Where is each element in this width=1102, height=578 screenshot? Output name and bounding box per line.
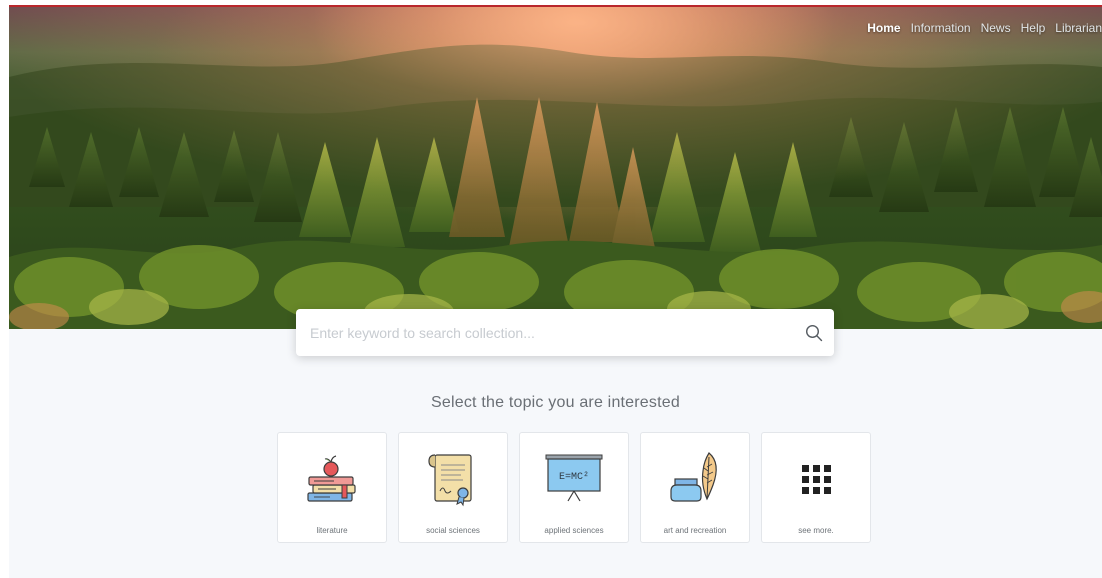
search-icon (805, 324, 823, 341)
whiteboard-formula-icon: E=MC² (545, 454, 603, 502)
search-button[interactable] (794, 309, 834, 356)
nav-information-link[interactable]: Information (911, 21, 971, 35)
page: Home Information News Help Librarian Sel… (9, 7, 1102, 578)
nav-news-link[interactable]: News (981, 21, 1011, 35)
topic-list: literature social sciences E=MC² applied… (277, 432, 871, 543)
topic-card-see-more[interactable]: see more. (761, 432, 871, 543)
topic-label-literature: literature (316, 526, 348, 535)
topic-label-applied-sciences: applied sciences (544, 526, 604, 535)
topic-heading: Select the topic you are interested (431, 394, 680, 411)
topic-label-see-more: see more. (798, 526, 834, 535)
topic-card-art-and-recreation[interactable]: art and recreation (640, 432, 750, 543)
formula-text: E=MC² (559, 472, 589, 483)
top-navigation: Home Information News Help Librarian (867, 21, 1102, 35)
search-input[interactable] (296, 309, 794, 356)
ink-feather-icon (670, 452, 717, 502)
grid-dots-icon (802, 465, 831, 494)
topic-label-art-and-recreation: art and recreation (663, 526, 727, 535)
books-apple-icon (307, 455, 356, 502)
topic-card-social-sciences[interactable]: social sciences (398, 432, 508, 543)
nav-home-link[interactable]: Home (867, 21, 900, 35)
topic-card-literature[interactable]: literature (277, 432, 387, 543)
top-accent-rule (0, 0, 1102, 7)
nav-librarian-link[interactable]: Librarian (1055, 21, 1102, 35)
nav-help-link[interactable]: Help (1021, 21, 1046, 35)
topic-label-social-sciences: social sciences (426, 526, 480, 535)
certificate-scroll-icon (428, 454, 472, 507)
search-bar (296, 309, 834, 356)
topic-card-applied-sciences[interactable]: E=MC² applied sciences (519, 432, 629, 543)
hero-forest-image: Home Information News Help Librarian (9, 7, 1102, 329)
forest-illustration (9, 7, 1102, 329)
